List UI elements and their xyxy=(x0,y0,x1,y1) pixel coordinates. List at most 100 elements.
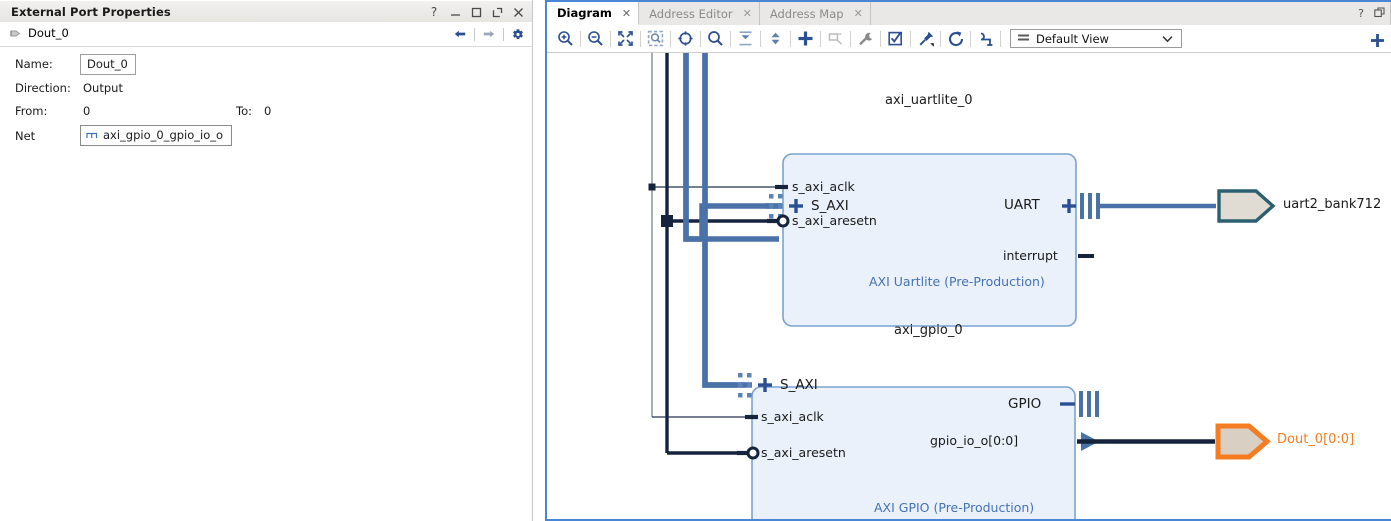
to-label: To: xyxy=(236,104,252,118)
minimize-icon[interactable] xyxy=(449,6,461,18)
tab-address-editor-close-icon[interactable]: ✕ xyxy=(743,7,752,20)
float-icon[interactable] xyxy=(1374,7,1385,21)
pin-label-s-axi-gpio[interactable]: S_AXI xyxy=(780,377,818,393)
run-connection-automation-icon[interactable] xyxy=(854,28,877,50)
view-select[interactable]: Default View xyxy=(1010,29,1182,48)
tab-diagram[interactable]: Diagram ✕ xyxy=(547,2,639,25)
divider xyxy=(670,31,671,47)
divider xyxy=(503,28,504,41)
net-label: Net xyxy=(15,129,35,143)
pin-label-gpio[interactable]: GPIO xyxy=(1008,396,1041,412)
block-subtitle-axi-uartlite: AXI Uartlite (Pre-Production) xyxy=(869,274,1045,289)
back-arrow-icon[interactable] xyxy=(454,28,466,40)
panel-titlebar: External Port Properties ? xyxy=(0,0,532,24)
chevron-down-icon[interactable] xyxy=(1162,32,1173,46)
pin-marker-reset-bubble-uartlite xyxy=(778,216,788,226)
net-name: axi_gpio_0_gpio_io_o xyxy=(103,128,223,142)
diagram-panel: Diagram ✕ Address Editor ✕ Address Map ✕… xyxy=(545,0,1391,521)
port-icon xyxy=(9,27,22,40)
tab-address-map-label: Address Map xyxy=(770,7,844,21)
panel-nav-buttons xyxy=(454,22,524,46)
external-port-label-uart2-bank712[interactable]: uart2_bank712 xyxy=(1283,197,1381,212)
zoom-in-icon[interactable] xyxy=(554,28,577,50)
form-row-name: Name: Dout_0 xyxy=(0,52,532,78)
pin-label-s-axi-aclk-uartlite[interactable]: s_axi_aclk xyxy=(792,179,855,194)
float-icon[interactable] xyxy=(491,6,503,18)
panel-object-bar: Dout_0 xyxy=(0,22,532,47)
divider xyxy=(820,31,821,47)
block-subtitle-axi-gpio: AXI GPIO (Pre-Production) xyxy=(874,500,1034,515)
forward-arrow-icon[interactable] xyxy=(483,28,495,40)
divider xyxy=(790,31,791,47)
validate-design-icon[interactable] xyxy=(884,28,907,50)
optimize-routing-icon[interactable] xyxy=(974,28,997,50)
panel-title: External Port Properties xyxy=(11,5,171,19)
tabbar-filler xyxy=(871,2,1391,25)
tab-address-editor-label: Address Editor xyxy=(649,7,733,21)
divider xyxy=(880,31,881,47)
tab-diagram-label: Diagram xyxy=(557,6,612,20)
form-row-net: Net axi_gpio_0_gpio_io_o xyxy=(0,125,532,151)
divider xyxy=(940,31,941,47)
layers-icon xyxy=(1017,33,1030,44)
divider xyxy=(760,31,761,47)
name-label: Name: xyxy=(15,57,53,71)
regenerate-layout-icon[interactable] xyxy=(944,28,967,50)
panel-window-controls: ? xyxy=(428,1,524,23)
connector-uart xyxy=(1080,193,1100,219)
name-input[interactable]: Dout_0 xyxy=(80,54,136,75)
external-port-label-dout-0[interactable]: Dout_0[0:0] xyxy=(1277,432,1354,447)
tab-address-map[interactable]: Address Map ✕ xyxy=(760,2,871,25)
collapse-all-icon[interactable] xyxy=(734,28,757,50)
expand-all-icon[interactable] xyxy=(764,28,787,50)
gear-icon[interactable] xyxy=(512,28,524,40)
help-icon[interactable]: ? xyxy=(428,6,440,18)
vivado-block-design-window: External Port Properties ? xyxy=(0,0,1391,521)
refit-icon[interactable] xyxy=(674,28,697,50)
wire-axi-bus-gpio xyxy=(705,53,752,385)
pin-label-s-axi-aresetn-gpio[interactable]: s_axi_aresetn xyxy=(761,445,846,460)
net-value-box[interactable]: axi_gpio_0_gpio_io_o xyxy=(80,125,232,146)
maximize-icon[interactable] xyxy=(470,6,482,18)
pin-label-s-axi-aresetn-uartlite[interactable]: s_axi_aresetn xyxy=(792,213,877,228)
add-icon[interactable] xyxy=(1366,29,1389,51)
divider xyxy=(730,31,731,47)
connector-gpio xyxy=(1079,391,1099,417)
port-properties-form: Name: Dout_0 Direction: Output From: 0 T… xyxy=(0,52,532,151)
pin-label-s-axi-uartlite[interactable]: S_AXI xyxy=(811,198,849,214)
pin-label-interrupt[interactable]: interrupt xyxy=(1003,248,1058,263)
close-icon[interactable] xyxy=(512,6,524,18)
divider xyxy=(610,31,611,47)
direction-value: Output xyxy=(83,81,123,95)
divider xyxy=(970,31,971,47)
zoom-fit-icon[interactable] xyxy=(614,28,637,50)
diagram-toolbar: Default View xyxy=(547,25,1391,53)
search-icon[interactable] xyxy=(704,28,727,50)
external-port-dout-0 xyxy=(1218,426,1267,457)
block-title-axi-gpio: axi_gpio_0 xyxy=(894,323,963,338)
tab-diagram-close-icon[interactable]: ✕ xyxy=(622,7,631,20)
zoom-out-icon[interactable] xyxy=(584,28,607,50)
pin-label-uart[interactable]: UART xyxy=(1004,197,1040,213)
block-title-axi-uartlite: axi_uartlite_0 xyxy=(885,93,973,108)
add-ip-icon[interactable] xyxy=(794,28,817,50)
divider xyxy=(580,31,581,47)
divider xyxy=(850,31,851,47)
from-label: From: xyxy=(15,104,47,118)
pin-label-gpio-io-o[interactable]: gpio_io_o[0:0] xyxy=(930,433,1018,448)
net-icon xyxy=(86,130,98,141)
divider xyxy=(910,31,911,47)
pin-marker-reset-bubble-gpio xyxy=(748,448,758,458)
zoom-area-icon[interactable] xyxy=(644,28,667,50)
pin-icon[interactable] xyxy=(914,28,937,50)
tab-address-editor[interactable]: Address Editor ✕ xyxy=(639,2,760,25)
to-value: 0 xyxy=(264,104,271,118)
tab-address-map-close-icon[interactable]: ✕ xyxy=(854,7,863,20)
help-icon[interactable]: ? xyxy=(1358,7,1364,20)
selected-object-name: Dout_0 xyxy=(28,26,69,40)
external-port-uart2-bank712 xyxy=(1219,191,1273,221)
pin-label-s-axi-aclk-gpio[interactable]: s_axi_aclk xyxy=(761,409,824,424)
form-row-range: From: 0 To: 0 xyxy=(0,101,532,125)
block-design-canvas[interactable]: axi_uartlite_0 AXI Uartlite (Pre-Product… xyxy=(547,53,1391,519)
add-module-icon xyxy=(824,28,847,50)
